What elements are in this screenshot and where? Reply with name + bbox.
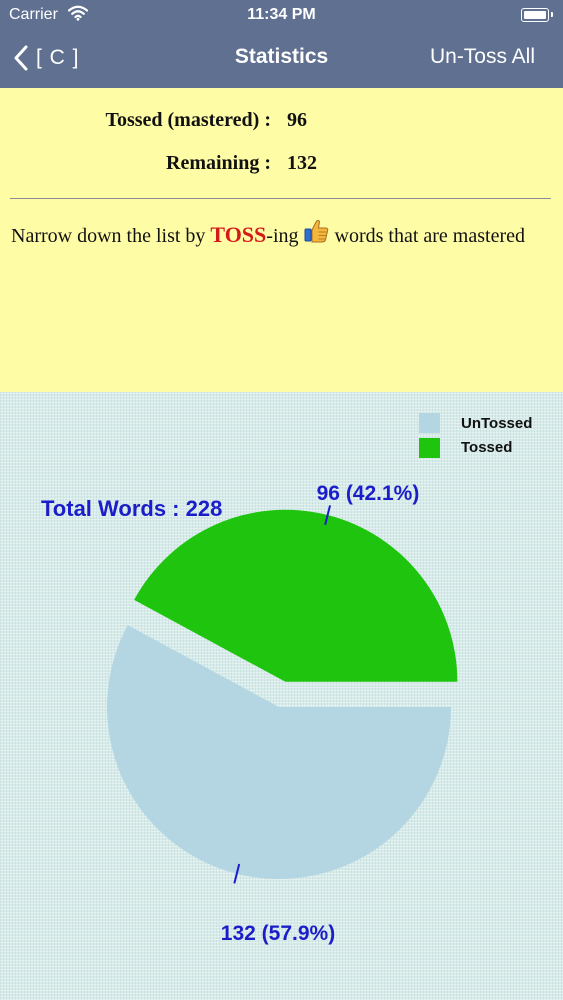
tossed-row: Tossed (mastered) : 96 [0,106,563,136]
remaining-value: 132 [287,152,317,174]
legend-swatch-untossed [419,413,440,433]
battery-icon [521,8,553,22]
slice-label-tossed: 96 (42.1%) [317,482,420,505]
chart-area: UnTossed Tossed Total Words : 228 96 (42… [0,392,563,1000]
slice-label-untossed: 132 (57.9%) [221,922,335,945]
tossed-value: 96 [287,109,307,131]
legend: UnTossed Tossed [419,413,532,458]
status-time: 11:34 PM [247,6,316,23]
stats-panel: Tossed (mastered) : 96 Remaining : 132 N… [0,88,563,392]
description-ing: -ing [266,225,299,247]
description-text: Narrow down the list by TOSS-ing words t… [11,218,541,252]
remaining-label: Remaining : [166,152,271,174]
legend-swatch-tossed [419,438,440,458]
status-bar: Carrier 11:34 PM [0,0,563,30]
navigation-bar: [ C ] Statistics Un-Toss All [0,30,563,88]
toss-highlight: TOSS [210,222,267,247]
remaining-row: Remaining : 132 [0,149,563,179]
description-before: Narrow down the list by [11,225,211,247]
chart-title: Total Words : 228 [41,496,222,521]
thumbs-up-icon [304,218,330,252]
legend-label-tossed: Tossed [461,439,512,456]
untoss-all-button[interactable]: Un-Toss All [430,45,535,69]
description-after: words that are mastered [329,225,525,247]
legend-label-untossed: UnTossed [461,415,532,432]
divider [10,198,551,199]
tossed-label: Tossed (mastered) : [105,109,271,131]
pie-chart: UnTossed Tossed Total Words : 228 96 (42… [41,413,532,945]
